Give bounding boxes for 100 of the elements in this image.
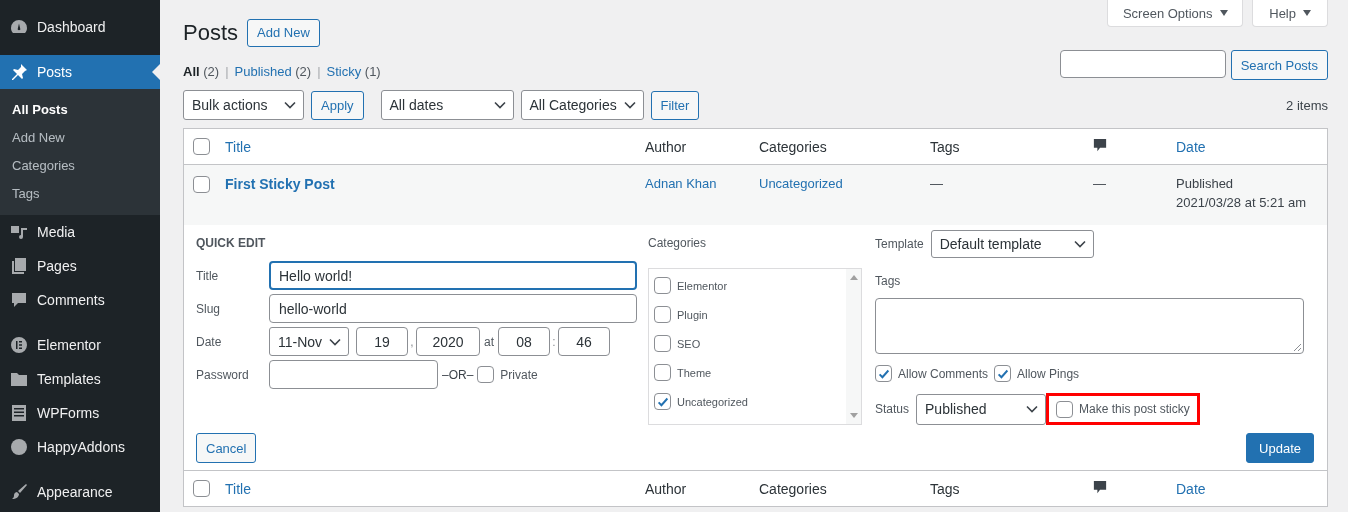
column-header[interactable]: Title (225, 138, 251, 155)
separator-text: : (551, 334, 557, 349)
checkbox-label: Elementor (677, 279, 728, 292)
template-dropdown[interactable]: Default template (930, 230, 1094, 258)
caret-icon (1219, 10, 1228, 16)
resize-grip-icon[interactable] (1293, 343, 1301, 351)
post-title-link[interactable]: First Sticky Post (225, 176, 335, 192)
checkbox[interactable] (654, 277, 671, 294)
separator-text: | (225, 64, 229, 79)
chevron-icon (493, 101, 506, 109)
add-new-button[interactable]: Add New (247, 18, 320, 47)
filter-button[interactable]: Filter (650, 90, 700, 120)
help-tab[interactable]: Help (1252, 0, 1328, 27)
field-label: Slug (196, 301, 222, 316)
checkbox[interactable] (477, 366, 495, 383)
cancel-button[interactable]: Cancel (196, 433, 257, 463)
table-cell: — (930, 176, 943, 191)
checkbox[interactable] (193, 176, 210, 193)
field-label: Tags (875, 273, 902, 290)
checkbox-label: Allow Comments (898, 366, 989, 381)
minute-field[interactable]: 46 (558, 327, 610, 356)
scroll-down-icon[interactable] (849, 413, 858, 418)
title-field[interactable]: Hello world! (269, 261, 637, 290)
sidebar-item[interactable]: Elementor (0, 328, 160, 362)
pin-icon (9, 62, 29, 82)
column-header: Categories (759, 138, 827, 155)
status-dropdown[interactable]: Published (916, 393, 1047, 425)
view-link[interactable]: Published (2) (234, 64, 312, 79)
pages-icon (9, 256, 29, 276)
sidebar-item[interactable]: HappyAddons (0, 430, 160, 464)
view-link[interactable]: Sticky (1) (326, 64, 381, 79)
update-button[interactable]: Update (1246, 433, 1314, 463)
checkbox[interactable] (193, 480, 210, 497)
bulk-actions-dropdown[interactable]: Bulk actions (183, 90, 304, 120)
sidebar-item[interactable]: Comments (0, 283, 160, 317)
checkbox[interactable] (654, 364, 671, 381)
search-button[interactable]: Search Posts (1230, 50, 1328, 80)
form-icon (9, 403, 29, 423)
slug-field[interactable]: hello-world (269, 294, 637, 323)
checkbox-label: SEO (677, 337, 701, 350)
column-header: Categories (759, 480, 827, 497)
hour-field[interactable]: 08 (498, 327, 550, 356)
checkbox[interactable] (994, 365, 1012, 382)
sidebar-item[interactable]: Posts (0, 55, 160, 89)
checkbox[interactable] (193, 138, 210, 155)
speech-bubble-icon (9, 290, 29, 310)
separator-text: , (409, 334, 415, 349)
column-header: Tags (930, 138, 960, 155)
field-label: Title (196, 268, 220, 283)
circle-bars-icon (9, 335, 29, 355)
sidebar-item[interactable]: Media (0, 215, 160, 249)
post-date: 2021/03/28 at 5:21 am (1176, 195, 1308, 210)
day-field[interactable]: 19 (356, 327, 408, 356)
scroll-up-icon[interactable] (849, 275, 858, 280)
checkbox[interactable] (654, 393, 671, 410)
view-link[interactable]: All (2) (183, 64, 220, 79)
year-field[interactable]: 2020 (416, 327, 480, 356)
submenu-item[interactable]: Tags (0, 180, 160, 208)
table-cell: — (1093, 176, 1106, 191)
column-header[interactable]: Date (1176, 480, 1206, 497)
month-dropdown[interactable]: 11-Nov (269, 327, 349, 356)
checkbox[interactable] (1056, 400, 1074, 418)
chevron-icon (1073, 240, 1086, 248)
categories-dropdown[interactable]: All Categories (520, 90, 644, 120)
checkbox[interactable] (875, 365, 892, 382)
tags-field[interactable] (875, 298, 1304, 354)
author-link[interactable]: Adnan Khan (645, 176, 717, 191)
checkbox[interactable] (654, 335, 671, 352)
sidebar-item[interactable]: Templates (0, 362, 160, 396)
section-heading: QUICK EDIT (196, 235, 267, 252)
sidebar-item[interactable]: Appearance (0, 475, 160, 509)
checkbox-label: Theme (677, 366, 712, 379)
sidebar-item[interactable]: Pages (0, 249, 160, 283)
circle-icon (9, 437, 29, 457)
submenu-item[interactable]: Categories (0, 152, 160, 180)
column-header: Tags (930, 480, 960, 497)
sidebar-item[interactable]: WPForms (0, 396, 160, 430)
checkbox-label: Make this post sticky (1079, 402, 1190, 416)
brush-icon (9, 482, 29, 502)
checkbox-label: Plugin (677, 308, 708, 321)
checkbox-label: Private (500, 367, 538, 382)
column-header[interactable]: Title (225, 480, 251, 497)
scrollbar[interactable] (846, 269, 861, 424)
item-count: 2 items (1286, 97, 1328, 113)
search-field[interactable] (1059, 50, 1226, 78)
or-text: –OR– (442, 367, 474, 382)
chevron-icon (623, 101, 636, 109)
chevron-icon (1026, 405, 1039, 413)
column-header: Author (645, 480, 687, 497)
submenu-item[interactable]: Add New (0, 124, 160, 152)
dates-dropdown[interactable]: All dates (380, 90, 514, 120)
apply-button[interactable]: Apply (311, 90, 364, 120)
checkbox[interactable] (654, 306, 671, 323)
sidebar-item[interactable]: Dashboard (0, 10, 160, 44)
checkbox-label: Allow Pings (1017, 366, 1080, 381)
screen-options-tab[interactable]: Screen Options (1107, 0, 1244, 27)
category-link[interactable]: Uncategorized (759, 176, 843, 191)
submenu-item[interactable]: All Posts (0, 96, 160, 124)
password-field[interactable] (269, 360, 438, 389)
column-header[interactable]: Date (1176, 138, 1206, 155)
